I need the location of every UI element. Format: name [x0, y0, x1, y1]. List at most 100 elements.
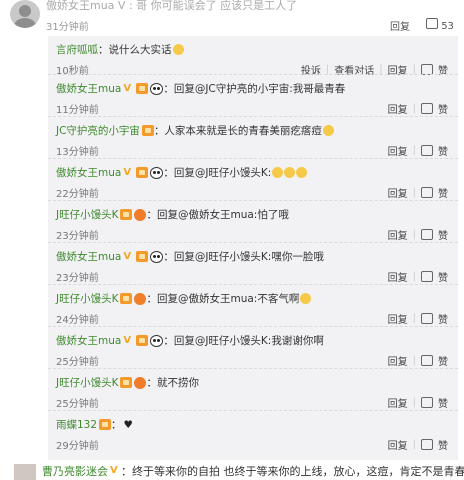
- reply-text: ：回复@J旺仔小馒头K:嘿你一脸哦: [163, 251, 324, 263]
- reply-panel: 言府呱呱 ：说什么大实话 10秒前 投诉 | 查看对话 | 回复 | 赞 傲娇女…: [48, 36, 458, 460]
- thumb-up-icon[interactable]: [421, 145, 433, 156]
- thumb-up-icon[interactable]: [421, 439, 433, 450]
- like-button[interactable]: 赞: [438, 269, 448, 284]
- reply-time: 23分钟前: [56, 231, 99, 242]
- level-icon: [120, 293, 133, 304]
- like-button[interactable]: 赞: [438, 101, 448, 116]
- reply-time: 25分钟前: [56, 357, 99, 368]
- reply-time: 25分钟前: [56, 399, 99, 410]
- divider: |: [412, 313, 416, 324]
- reply-username[interactable]: 傲娇女王mua: [56, 333, 121, 348]
- thumb-up-icon[interactable]: [421, 397, 433, 408]
- thumb-up-icon[interactable]: [421, 271, 433, 282]
- panda-icon: [150, 250, 164, 263]
- reply-time: 11分钟前: [56, 105, 99, 116]
- list-item: J旺仔小馒头K ：就不捞你 25分钟前 回复 | 赞: [48, 368, 458, 410]
- reply-username[interactable]: J旺仔小馒头K: [56, 207, 118, 222]
- like-button[interactable]: 赞: [438, 311, 448, 326]
- reply-text: ：回复@傲娇女王mua:不客气啊: [146, 293, 300, 305]
- like-button[interactable]: 赞: [438, 437, 448, 452]
- reply-button[interactable]: 回复: [388, 353, 408, 368]
- reply-username[interactable]: J旺仔小馒头K: [56, 375, 118, 390]
- reply-time: 23分钟前: [56, 273, 99, 284]
- reply-username[interactable]: 言府呱呱: [56, 42, 98, 57]
- reply-username[interactable]: 傲娇女王mua: [56, 249, 121, 264]
- divider: |: [412, 103, 416, 114]
- reply-text: ：说什么大实话: [98, 44, 172, 56]
- comment-text: ：终于等来你的自拍 也终于等来你的上线，放心，这痘，肯定不是青春痘: [121, 465, 464, 478]
- level-icon: [136, 167, 149, 178]
- reply-button[interactable]: 回复: [388, 311, 408, 326]
- next-comment: 曹乃亮影迷会 V ：终于等来你的自拍 也终于等来你的上线，放心，这痘，肯定不是青…: [0, 460, 464, 480]
- reply-username[interactable]: 傲娇女王mua: [56, 81, 121, 96]
- like-button[interactable]: 赞: [438, 395, 448, 410]
- reply-username[interactable]: 傲娇女王mua: [56, 165, 121, 180]
- list-item: JC守护亮的小宇宙 ：人家本来就是长的青春美丽疙瘩痘 13分钟前 回复 | 赞: [48, 116, 458, 158]
- thumb-up-icon[interactable]: [421, 313, 433, 324]
- reply-time: 24分钟前: [56, 315, 99, 326]
- reply-text: ：人家本来就是长的青春美丽疙瘩痘: [153, 125, 322, 137]
- thumb-up-icon: [426, 18, 438, 29]
- reply-button[interactable]: 回复: [388, 269, 408, 284]
- reply-username[interactable]: 雨蝶132: [56, 417, 97, 432]
- top-like-button[interactable]: 53: [420, 18, 454, 32]
- reply-username[interactable]: JC守护亮的小宇宙: [56, 123, 140, 138]
- reply-button[interactable]: 回复: [388, 143, 408, 158]
- laugh-emoji-icon: [172, 44, 184, 55]
- reply-button[interactable]: 回复: [388, 101, 408, 116]
- list-item: 雨蝶132 ： ♥ 29分钟前 回复 | 赞: [48, 410, 458, 460]
- reply-button[interactable]: 回复: [388, 185, 408, 200]
- list-item: 傲娇女王mua V ：回复@J旺仔小馒头K:我谢谢你啊 25分钟前 回复 | 赞: [48, 326, 458, 368]
- reply-button[interactable]: 回复: [388, 227, 408, 242]
- avatar[interactable]: [10, 0, 40, 28]
- reply-username[interactable]: J旺仔小馒头K: [56, 291, 118, 306]
- divider: |: [412, 229, 416, 240]
- reply-button[interactable]: 回复: [388, 395, 408, 410]
- verified-icon: V: [110, 465, 118, 476]
- emoji-icon: [296, 167, 308, 178]
- emoji-icon: [284, 167, 296, 178]
- list-item: 傲娇女王mua V ：回复@JC守护亮的小宇宙:我哥最青春 11分钟前 回复 |…: [48, 74, 458, 116]
- list-item: 言府呱呱 ：说什么大实话 10秒前 投诉 | 查看对话 | 回复 | 赞: [48, 36, 458, 77]
- reply-text: ：: [111, 419, 122, 431]
- reply-text: ：就不捞你: [146, 377, 199, 389]
- thumb-up-icon[interactable]: [421, 355, 433, 366]
- top-like-count: 53: [441, 21, 454, 32]
- comment-username[interactable]: 曹乃亮影迷会: [42, 463, 108, 479]
- emoji-icon: [272, 167, 284, 178]
- like-button[interactable]: 赞: [438, 143, 448, 158]
- avatar[interactable]: [14, 464, 36, 480]
- reply-time: 13分钟前: [56, 147, 99, 158]
- divider: |: [412, 439, 416, 450]
- level-icon: [120, 377, 133, 388]
- thumb-up-icon[interactable]: [421, 229, 433, 240]
- thumb-up-icon[interactable]: [421, 103, 433, 114]
- divider: |: [412, 145, 416, 156]
- level-icon: [99, 419, 112, 430]
- top-reply-button[interactable]: 回复: [390, 18, 410, 33]
- reply-text: ：回复@JC守护亮的小宇宙:我哥最青春: [163, 83, 346, 95]
- laugh-emoji-icon: [322, 125, 334, 136]
- reply-button[interactable]: 回复: [388, 437, 408, 452]
- level-icon: [141, 125, 154, 136]
- level-icon: [136, 83, 149, 94]
- verified-icon: V: [123, 250, 132, 262]
- thumb-up-icon[interactable]: [421, 187, 433, 198]
- reply-time: 22分钟前: [56, 189, 99, 200]
- panda-icon: [150, 334, 164, 347]
- panda-icon: [150, 82, 164, 95]
- badge-icon: [134, 208, 147, 221]
- like-button[interactable]: 赞: [438, 353, 448, 368]
- like-button[interactable]: 赞: [438, 185, 448, 200]
- reply-time: 29分钟前: [56, 441, 99, 452]
- verified-icon: V: [123, 334, 132, 346]
- divider: |: [412, 397, 416, 408]
- heart-icon: ♥: [123, 418, 133, 431]
- emoji-icon: [300, 293, 312, 304]
- top-comment-text: 傲娇女王mua V : 哥 你可能误会了 应该只是工人了: [46, 0, 298, 12]
- level-icon: [136, 335, 149, 346]
- verified-icon: V: [123, 82, 132, 94]
- level-icon: [120, 209, 133, 220]
- top-comment-time: 31分钟前: [46, 22, 89, 33]
- like-button[interactable]: 赞: [438, 227, 448, 242]
